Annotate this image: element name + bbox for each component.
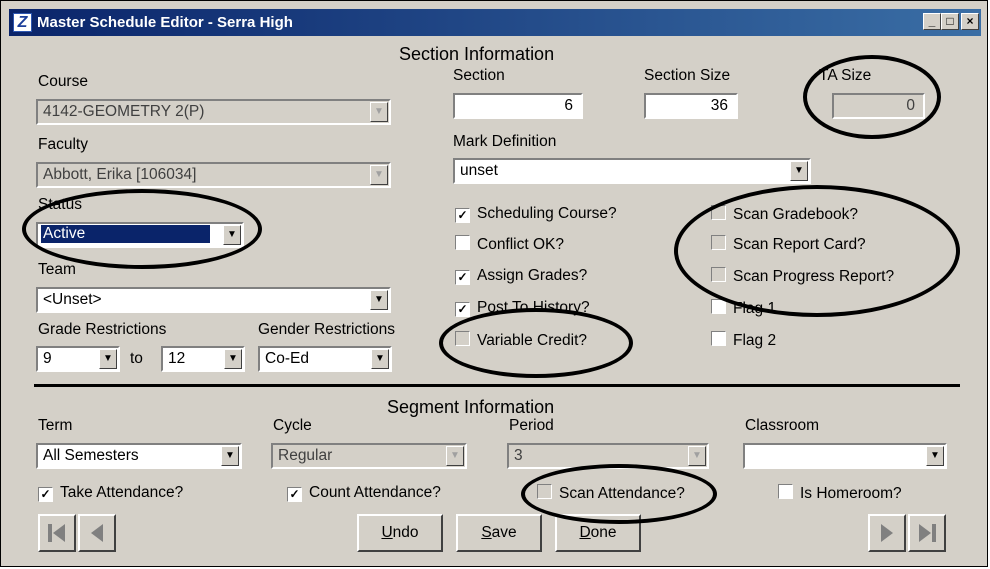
chevron-down-icon: ▼ bbox=[370, 102, 388, 122]
grade-to-label: to bbox=[130, 350, 143, 367]
section-size-label: Section Size bbox=[644, 67, 731, 84]
app-logo-icon: Z bbox=[13, 13, 32, 32]
conflict-ok-checkbox[interactable]: Conflict OK? bbox=[455, 235, 564, 254]
chevron-down-icon: ▼ bbox=[688, 446, 706, 466]
chevron-down-icon: ▼ bbox=[446, 446, 464, 466]
cycle-select: Regular ▼ bbox=[271, 443, 467, 469]
checkmark-icon: ✓ bbox=[38, 487, 53, 502]
checkbox-empty-icon bbox=[778, 484, 793, 499]
chevron-down-icon[interactable]: ▼ bbox=[99, 349, 117, 369]
minimize-icon[interactable]: _ bbox=[923, 13, 941, 30]
first-record-icon bbox=[48, 524, 65, 542]
faculty-label: Faculty bbox=[38, 136, 88, 153]
term-label: Term bbox=[38, 417, 73, 434]
gender-select[interactable]: Co-Ed ▼ bbox=[258, 346, 392, 372]
faculty-select: Abbott, Erika [106034] ▼ bbox=[36, 162, 391, 188]
course-label: Course bbox=[38, 73, 88, 90]
window-title: Master Schedule Editor - Serra High bbox=[37, 14, 293, 31]
flag-2-checkbox[interactable]: Flag 2 bbox=[711, 331, 776, 350]
section-label: Section bbox=[453, 67, 505, 84]
mark-definition-label: Mark Definition bbox=[453, 133, 557, 150]
checkmark-icon: ✓ bbox=[455, 302, 470, 317]
checkmark-icon: ✓ bbox=[455, 208, 470, 223]
variable-credit-annotation-circle bbox=[439, 308, 633, 378]
period-label: Period bbox=[509, 417, 554, 434]
chevron-down-icon[interactable]: ▼ bbox=[221, 446, 239, 466]
status-annotation-circle bbox=[22, 189, 262, 269]
maximize-icon[interactable]: □ bbox=[941, 13, 959, 30]
segment-information-header: Segment Information bbox=[387, 397, 555, 417]
section-size-input[interactable]: 36 bbox=[644, 93, 738, 119]
cycle-label: Cycle bbox=[273, 417, 312, 434]
chevron-down-icon[interactable]: ▼ bbox=[926, 446, 944, 466]
save-button[interactable]: Save bbox=[456, 514, 542, 552]
master-schedule-editor-window: Z Master Schedule Editor - Serra High _ … bbox=[0, 0, 988, 567]
count-attendance-checkbox[interactable]: ✓ Count Attendance? bbox=[287, 484, 441, 502]
scan-attendance-annotation-circle bbox=[521, 464, 717, 524]
scheduling-course-checkbox[interactable]: ✓ Scheduling Course? bbox=[455, 205, 617, 223]
classroom-select[interactable]: ▼ bbox=[743, 443, 947, 469]
chevron-down-icon[interactable]: ▼ bbox=[224, 349, 242, 369]
next-record-button bbox=[868, 514, 906, 552]
scan-options-annotation-circle bbox=[674, 185, 960, 317]
assign-grades-checkbox[interactable]: ✓ Assign Grades? bbox=[455, 267, 587, 285]
close-icon[interactable]: × bbox=[961, 13, 979, 30]
first-record-button bbox=[38, 514, 76, 552]
checkbox-empty-icon bbox=[711, 331, 726, 346]
ta-size-annotation-circle bbox=[803, 55, 941, 139]
chevron-down-icon[interactable]: ▼ bbox=[370, 290, 388, 310]
chevron-down-icon: ▼ bbox=[370, 165, 388, 185]
last-record-button bbox=[908, 514, 946, 552]
team-select[interactable]: <Unset> ▼ bbox=[36, 287, 391, 313]
course-select: 4142-GEOMETRY 2(P) ▼ bbox=[36, 99, 391, 125]
checkmark-icon: ✓ bbox=[287, 487, 302, 502]
take-attendance-checkbox[interactable]: ✓ Take Attendance? bbox=[38, 484, 183, 502]
previous-record-button bbox=[78, 514, 116, 552]
mark-definition-select[interactable]: unset ▼ bbox=[453, 158, 811, 184]
undo-button[interactable]: Undo bbox=[357, 514, 443, 552]
is-homeroom-checkbox[interactable]: Is Homeroom? bbox=[778, 484, 902, 503]
title-bar[interactable]: Z Master Schedule Editor - Serra High _ … bbox=[9, 9, 981, 36]
checkmark-icon: ✓ bbox=[455, 270, 470, 285]
chevron-down-icon[interactable]: ▼ bbox=[790, 161, 808, 181]
checkbox-empty-icon bbox=[455, 235, 470, 250]
next-record-icon bbox=[881, 524, 893, 542]
last-record-icon bbox=[919, 524, 936, 542]
grade-to-select[interactable]: 12 ▼ bbox=[161, 346, 245, 372]
section-divider bbox=[34, 384, 960, 387]
grade-restrictions-label: Grade Restrictions bbox=[38, 321, 167, 338]
chevron-down-icon[interactable]: ▼ bbox=[371, 349, 389, 369]
gender-restrictions-label: Gender Restrictions bbox=[258, 321, 395, 338]
previous-record-icon bbox=[91, 524, 103, 542]
team-label: Team bbox=[38, 261, 76, 278]
grade-from-select[interactable]: 9 ▼ bbox=[36, 346, 120, 372]
section-input[interactable]: 6 bbox=[453, 93, 583, 119]
section-information-header: Section Information bbox=[399, 44, 555, 64]
classroom-label: Classroom bbox=[745, 417, 820, 434]
term-select[interactable]: All Semesters ▼ bbox=[36, 443, 242, 469]
